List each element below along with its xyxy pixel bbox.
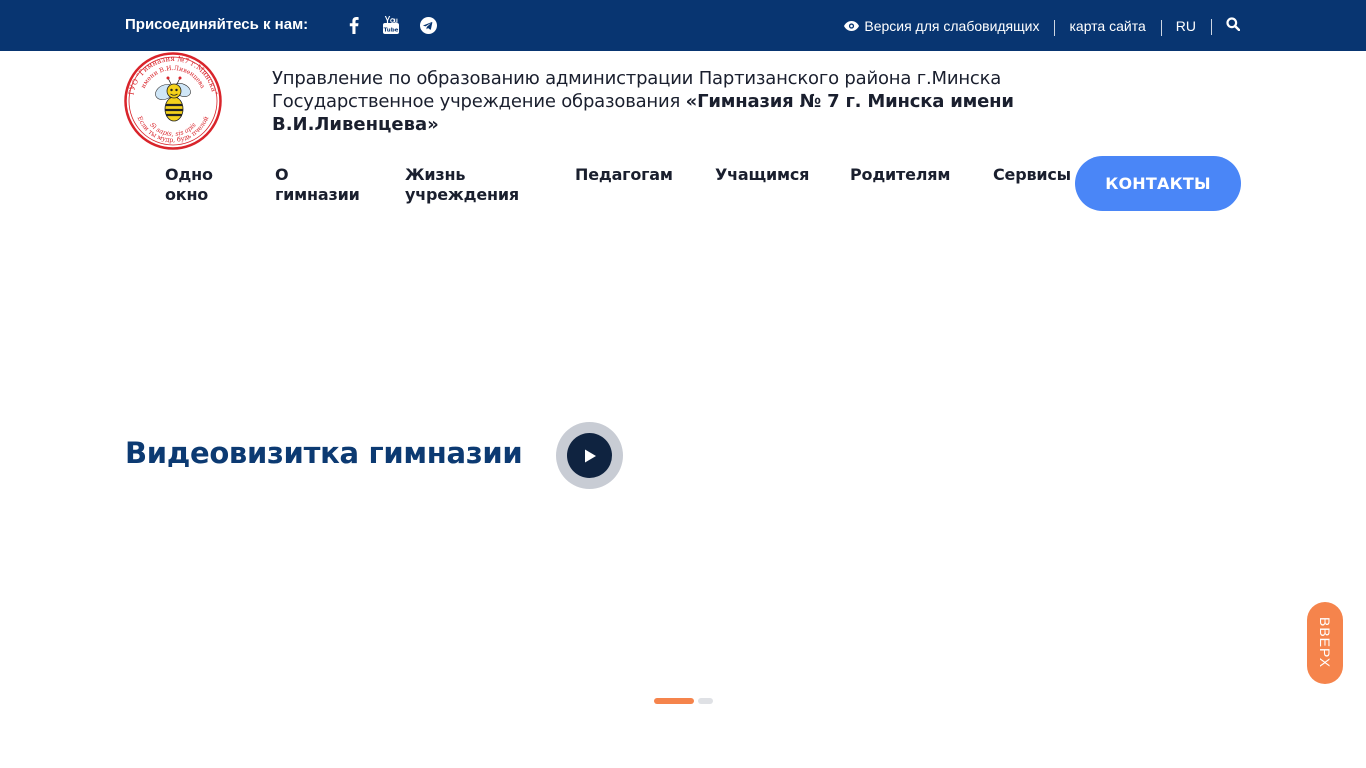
play-video-button[interactable]	[556, 422, 623, 489]
telegram-icon	[419, 16, 437, 34]
nav-label: Жизнь	[405, 165, 466, 184]
gymnasium-logo[interactable]: ГУО "Гимназия №7 г.Минска" имени В.И.Лив…	[124, 52, 222, 150]
facebook-icon	[349, 16, 359, 34]
eye-icon	[844, 20, 860, 31]
scroll-to-top-button[interactable]: ВВЕРХ	[1307, 602, 1343, 684]
org-title-cont: В.И.Ливенцева»	[272, 114, 439, 135]
telegram-link[interactable]	[417, 14, 439, 36]
youtube-icon: Tube	[383, 16, 399, 34]
nav-label: окно	[165, 185, 209, 204]
language-switch[interactable]: RU	[1160, 18, 1211, 36]
nav-label: гимназии	[275, 185, 360, 204]
nav-item-services[interactable]: Сервисы	[993, 165, 1071, 185]
search-icon	[1226, 17, 1241, 34]
slide-dot-active[interactable]	[654, 698, 694, 704]
video-title: Видеовизитка гимназии	[125, 436, 523, 470]
facebook-link[interactable]	[343, 14, 365, 36]
youtube-link[interactable]: Tube	[380, 14, 402, 36]
organization-name: Управление по образованию администрации …	[272, 67, 1092, 136]
nav-label: учреждения	[405, 185, 519, 204]
contacts-button[interactable]: КОНТАКТЫ	[1075, 156, 1241, 211]
org-type: Государственное учреждение образования	[272, 91, 686, 112]
accessibility-version-label: Версия для слабовидящих	[864, 17, 1040, 34]
nav-label: О	[275, 165, 289, 184]
slider-pagination	[654, 698, 713, 704]
sitemap-link[interactable]: карта сайта	[1054, 18, 1160, 36]
nav-item-about[interactable]: О гимназии	[275, 165, 360, 205]
org-title: «Гимназия № 7 г. Минска имени	[685, 91, 1014, 112]
nav-label: Одно	[165, 165, 213, 184]
top-bar: Присоединяйтесь к нам: Tube Версия для с…	[0, 0, 1366, 51]
nav-item-teachers[interactable]: Педагогам	[575, 165, 673, 185]
nav-item-school-life[interactable]: Жизнь учреждения	[405, 165, 519, 205]
nav-item-parents[interactable]: Родителям	[850, 165, 950, 185]
top-bar-links: Версия для слабовидящих карта сайта RU	[829, 0, 1241, 51]
org-department: Управление по образованию администрации …	[272, 68, 1002, 89]
scroll-to-top-label: ВВЕРХ	[1317, 617, 1333, 669]
nav-item-one-window[interactable]: Одно окно	[165, 165, 213, 205]
search-button[interactable]	[1211, 17, 1241, 35]
slide-dot[interactable]	[698, 698, 713, 704]
accessibility-version-link[interactable]: Версия для слабовидящих	[829, 18, 1054, 34]
nav-item-students[interactable]: Учащимся	[715, 165, 809, 185]
join-us-label: Присоединяйтесь к нам:	[125, 16, 309, 33]
svg-text:Tube: Tube	[384, 28, 399, 34]
play-icon	[567, 433, 612, 478]
